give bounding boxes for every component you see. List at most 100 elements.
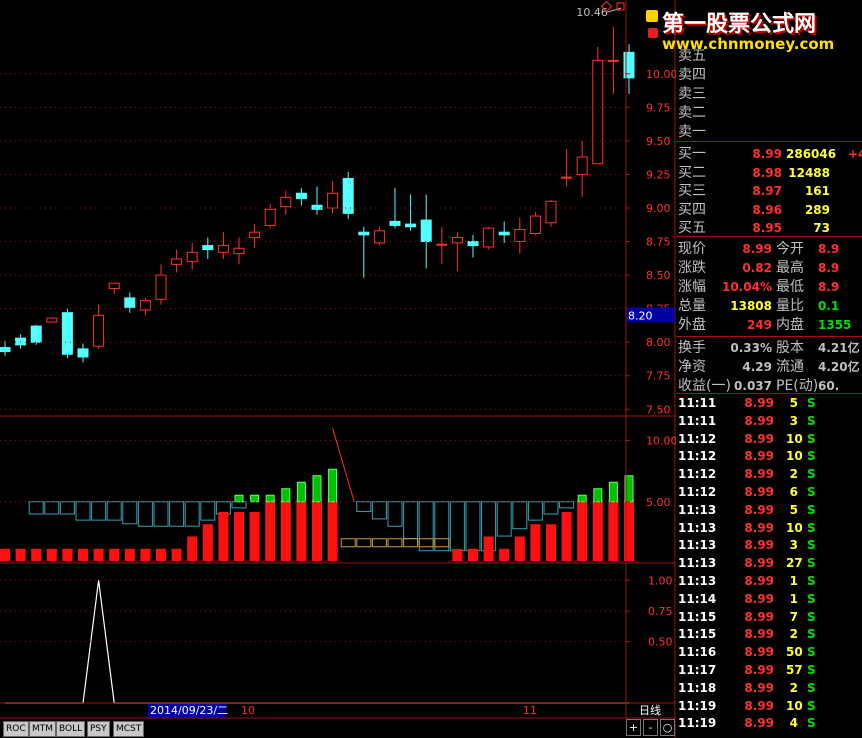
tick-side: S (807, 556, 816, 571)
sell-label: 卖五 (678, 48, 706, 64)
indicator-red-bar (171, 548, 182, 561)
tab-mcst[interactable]: MCST (113, 721, 145, 737)
tab-boll[interactable]: BOLL (56, 721, 86, 737)
quote-label: 流通 (776, 359, 804, 375)
candle-body (46, 317, 58, 323)
indicator-red-bar (62, 548, 73, 561)
tick-time: 11:19 (678, 716, 717, 731)
chart-area[interactable]: 10.46 10.009.759.509.259.008.758.508.258… (0, 0, 676, 738)
indicator-red-bar (546, 524, 556, 561)
quote-label: 股本 (776, 340, 804, 356)
tick-price: 8.99 (744, 502, 774, 517)
tick-volume: 10 (786, 449, 803, 464)
candle-body (280, 196, 292, 208)
period-label: 日线 (639, 703, 661, 717)
indicator-green-bar (265, 494, 275, 503)
indicator-red-bar (468, 548, 478, 561)
tick-volume: 3 (789, 413, 798, 428)
buy-change: +4 (848, 147, 862, 161)
quote-value: 10.04% (722, 280, 772, 294)
candle-body (124, 297, 136, 308)
quote-label: 现价 (678, 241, 706, 257)
tick-side: S (807, 520, 816, 535)
candle-body (171, 258, 183, 265)
date-label: 2014/09/23/二 (150, 704, 228, 717)
indicator-red-bar (124, 548, 135, 561)
indicator-panel (0, 428, 634, 561)
indicator-outline-bar (418, 501, 434, 552)
candle-body (61, 312, 73, 355)
indicator-outline-bar (75, 501, 91, 521)
sell-label: 卖三 (678, 86, 706, 102)
tick-side: S (807, 609, 816, 624)
tick-time: 11:13 (678, 574, 717, 588)
indicator-red-bar (296, 499, 307, 561)
tab-roc[interactable]: ROC (3, 721, 29, 737)
tick-time: 11:15 (678, 609, 717, 624)
quote-value: 0.1 (818, 299, 840, 313)
axes: 10.009.759.509.259.008.758.508.258.007.7… (0, 0, 676, 738)
indicator-red-bar (577, 499, 588, 561)
indicator-red-bar (93, 548, 104, 561)
indicator-outline-bar (106, 501, 122, 521)
indicator-red-bar (561, 512, 572, 561)
indicator-outline-bar (169, 501, 185, 527)
tick-volume: 50 (786, 645, 803, 660)
tick-price: 8.99 (744, 396, 774, 410)
indicator-red-bar (249, 512, 260, 561)
candle-body (436, 243, 448, 246)
candle-body (405, 223, 417, 228)
tick-volume: 5 (789, 396, 798, 410)
indicator-outline-bar (44, 501, 60, 515)
indicator-red-bar (0, 548, 10, 561)
month-label: 11 (523, 704, 537, 717)
quote-value: 4.20亿 (818, 360, 860, 374)
circle-button[interactable]: ○ (660, 719, 675, 736)
tick-volume: 7 (789, 609, 798, 624)
price-tick-label: 8.75 (646, 236, 671, 249)
tab-psy[interactable]: PSY (87, 721, 110, 737)
quote-value: 4.29 (742, 360, 772, 374)
tick-volume: 5 (789, 502, 798, 517)
candle-body (186, 251, 198, 263)
indicator-flat-bar (418, 538, 434, 548)
tick-price: 8.99 (744, 556, 774, 571)
indicator-outline-bar (122, 501, 138, 525)
indicator-flat-bar (434, 538, 450, 548)
indicator-red-bar (499, 548, 510, 561)
indicator-outline-bar (28, 501, 44, 515)
tick-side: S (807, 645, 816, 660)
indicator-green-bar (312, 475, 322, 503)
quote-label: 总量 (678, 298, 706, 314)
indicator-green-bar (234, 494, 244, 503)
indicator-green-bar (577, 494, 587, 503)
tick-volume: 2 (789, 627, 798, 642)
current-level-label: 8.20 (628, 309, 653, 322)
tab-mtm[interactable]: MTM (29, 721, 57, 737)
quote-label: 内盘 (776, 317, 804, 333)
tick-side: S (807, 716, 816, 731)
tick-side: S (807, 467, 816, 482)
candle-body (607, 59, 619, 62)
indicator-outline-bar (449, 501, 465, 552)
zoom-out-button[interactable]: - (643, 719, 658, 736)
logo-icon (646, 10, 658, 22)
quote-label: 涨跌 (678, 260, 706, 276)
buy-price: 8.95 (752, 221, 782, 235)
zoom-in-button[interactable]: + (626, 719, 641, 736)
quote-value: 1355 (818, 318, 852, 332)
price-tick-label: 9.00 (646, 202, 671, 215)
tick-time: 11:12 (678, 485, 717, 499)
tick-side: S (807, 413, 816, 428)
buy-volume: 73 (813, 221, 830, 235)
tick-price: 8.99 (744, 520, 774, 535)
indicator-green-bar (250, 494, 260, 503)
indicator-red-bar (140, 548, 151, 561)
indicator-red-bar (514, 536, 525, 561)
sell-label: 卖二 (678, 105, 706, 121)
tick-price: 8.99 (744, 485, 774, 499)
tick-time: 11:14 (678, 591, 717, 606)
tick-time: 11:12 (678, 467, 717, 482)
candle-body (561, 176, 573, 179)
indicator-green-bar (593, 488, 603, 503)
